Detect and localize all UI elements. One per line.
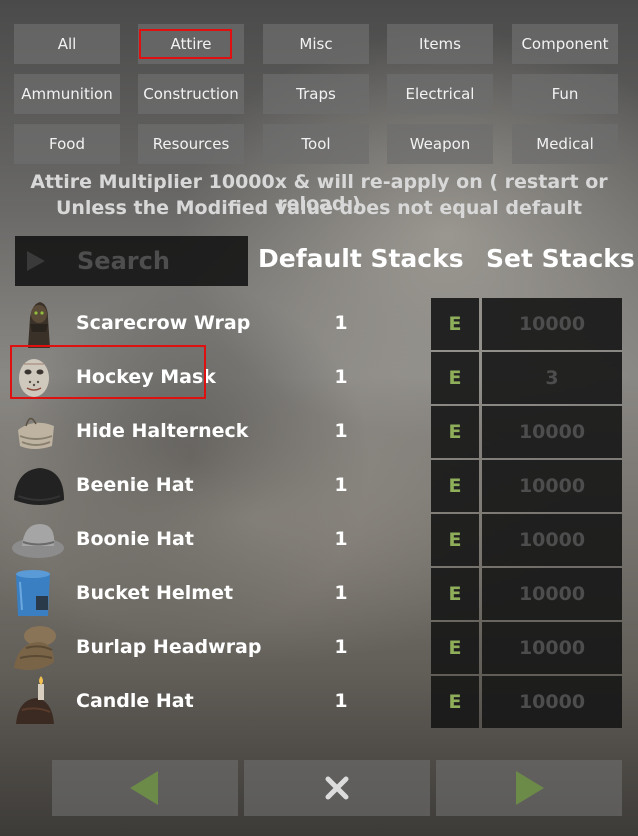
item-default-stack: 1 xyxy=(334,366,348,388)
category-construction[interactable]: Construction xyxy=(138,74,244,114)
hide-halterneck-icon xyxy=(10,406,64,458)
category-tool[interactable]: Tool xyxy=(263,124,369,164)
item-default-stack: 1 xyxy=(334,528,348,550)
category-label: Fun xyxy=(551,85,579,103)
category-label: Ammunition xyxy=(21,85,113,103)
item-name: Boonie Hat xyxy=(76,528,194,550)
category-label: Resources xyxy=(152,135,230,153)
item-default-stack: 1 xyxy=(334,474,348,496)
set-stack-input[interactable]: 3 xyxy=(482,352,622,404)
category-resources[interactable]: Resources xyxy=(138,124,244,164)
category-label: Items xyxy=(419,35,461,53)
set-stack-input[interactable]: 10000 xyxy=(482,568,622,620)
set-stack-input[interactable]: 10000 xyxy=(482,622,622,674)
item-row: Candle Hat 1 E 10000 xyxy=(0,676,638,728)
item-name: Beenie Hat xyxy=(76,474,194,496)
category-label: Misc xyxy=(299,35,333,53)
category-electrical[interactable]: Electrical xyxy=(387,74,493,114)
category-weapon[interactable]: Weapon xyxy=(387,124,493,164)
boonie-hat-icon xyxy=(10,514,64,566)
play-arrow-icon xyxy=(27,251,45,271)
category-label: Traps xyxy=(296,85,336,103)
category-label: Medical xyxy=(536,135,594,153)
category-fun[interactable]: Fun xyxy=(512,74,618,114)
set-stack-input[interactable]: 10000 xyxy=(482,514,622,566)
category-food[interactable]: Food xyxy=(14,124,120,164)
beenie-hat-icon xyxy=(10,460,64,512)
item-default-stack: 1 xyxy=(334,312,348,334)
edit-button[interactable]: E xyxy=(431,352,479,404)
arrow-right-icon xyxy=(516,771,544,805)
category-component[interactable]: Component xyxy=(512,24,618,64)
modified-notice: Unless the Modified value does not equal… xyxy=(55,197,583,219)
item-name: Burlap Headwrap xyxy=(76,636,262,658)
set-stack-input[interactable]: 10000 xyxy=(482,460,622,512)
edit-button[interactable]: E xyxy=(431,406,479,458)
set-stack-input[interactable]: 10000 xyxy=(482,406,622,458)
item-default-stack: 1 xyxy=(334,420,348,442)
previous-page-button[interactable] xyxy=(52,760,238,816)
category-all[interactable]: All xyxy=(14,24,120,64)
category-label: Construction xyxy=(143,85,239,103)
close-icon xyxy=(325,776,349,800)
edit-button[interactable]: E xyxy=(431,298,479,350)
category-label: Food xyxy=(49,135,85,153)
item-default-stack: 1 xyxy=(334,582,348,604)
item-name: Bucket Helmet xyxy=(76,582,234,604)
item-row: Boonie Hat 1 E 10000 xyxy=(0,514,638,566)
item-name: Hide Halterneck xyxy=(76,420,249,442)
item-default-stack: 1 xyxy=(334,636,348,658)
category-items[interactable]: Items xyxy=(387,24,493,64)
edit-button[interactable]: E xyxy=(431,676,479,728)
category-label: Tool xyxy=(301,135,331,153)
item-default-stack: 1 xyxy=(334,690,348,712)
edit-button[interactable]: E xyxy=(431,460,479,512)
category-label: Electrical xyxy=(405,85,475,103)
category-ammunition[interactable]: Ammunition xyxy=(14,74,120,114)
burlap-headwrap-icon xyxy=(10,622,64,674)
item-name: Scarecrow Wrap xyxy=(76,312,251,334)
edit-button[interactable]: E xyxy=(431,622,479,674)
set-stacks-header: Set Stacks xyxy=(486,244,635,273)
search-input[interactable] xyxy=(75,246,239,276)
search-box xyxy=(15,236,248,286)
category-label: All xyxy=(57,35,77,53)
set-stack-input[interactable]: 10000 xyxy=(482,298,622,350)
attire-highlight-box xyxy=(139,29,232,59)
edit-button[interactable]: E xyxy=(431,514,479,566)
item-row: Scarecrow Wrap 1 E 10000 xyxy=(0,298,638,350)
item-row: Burlap Headwrap 1 E 10000 xyxy=(0,622,638,674)
category-label: Component xyxy=(521,35,609,53)
arrow-left-icon xyxy=(130,771,158,805)
next-page-button[interactable] xyxy=(436,760,622,816)
category-medical[interactable]: Medical xyxy=(512,124,618,164)
default-stacks-header: Default Stacks xyxy=(258,244,464,273)
category-misc[interactable]: Misc xyxy=(263,24,369,64)
edit-button[interactable]: E xyxy=(431,568,479,620)
hockey-mask-highlight-box xyxy=(10,345,206,399)
category-label: Weapon xyxy=(409,135,471,153)
item-row: Beenie Hat 1 E 10000 xyxy=(0,460,638,512)
item-row: Hide Halterneck 1 E 10000 xyxy=(0,406,638,458)
bucket-helmet-icon xyxy=(10,568,64,620)
close-button[interactable] xyxy=(244,760,430,816)
set-stack-input[interactable]: 10000 xyxy=(482,676,622,728)
item-name: Candle Hat xyxy=(76,690,194,712)
candle-hat-icon xyxy=(10,676,64,728)
category-traps[interactable]: Traps xyxy=(263,74,369,114)
item-row: Bucket Helmet 1 E 10000 xyxy=(0,568,638,620)
scarecrow-wrap-icon xyxy=(10,298,64,350)
